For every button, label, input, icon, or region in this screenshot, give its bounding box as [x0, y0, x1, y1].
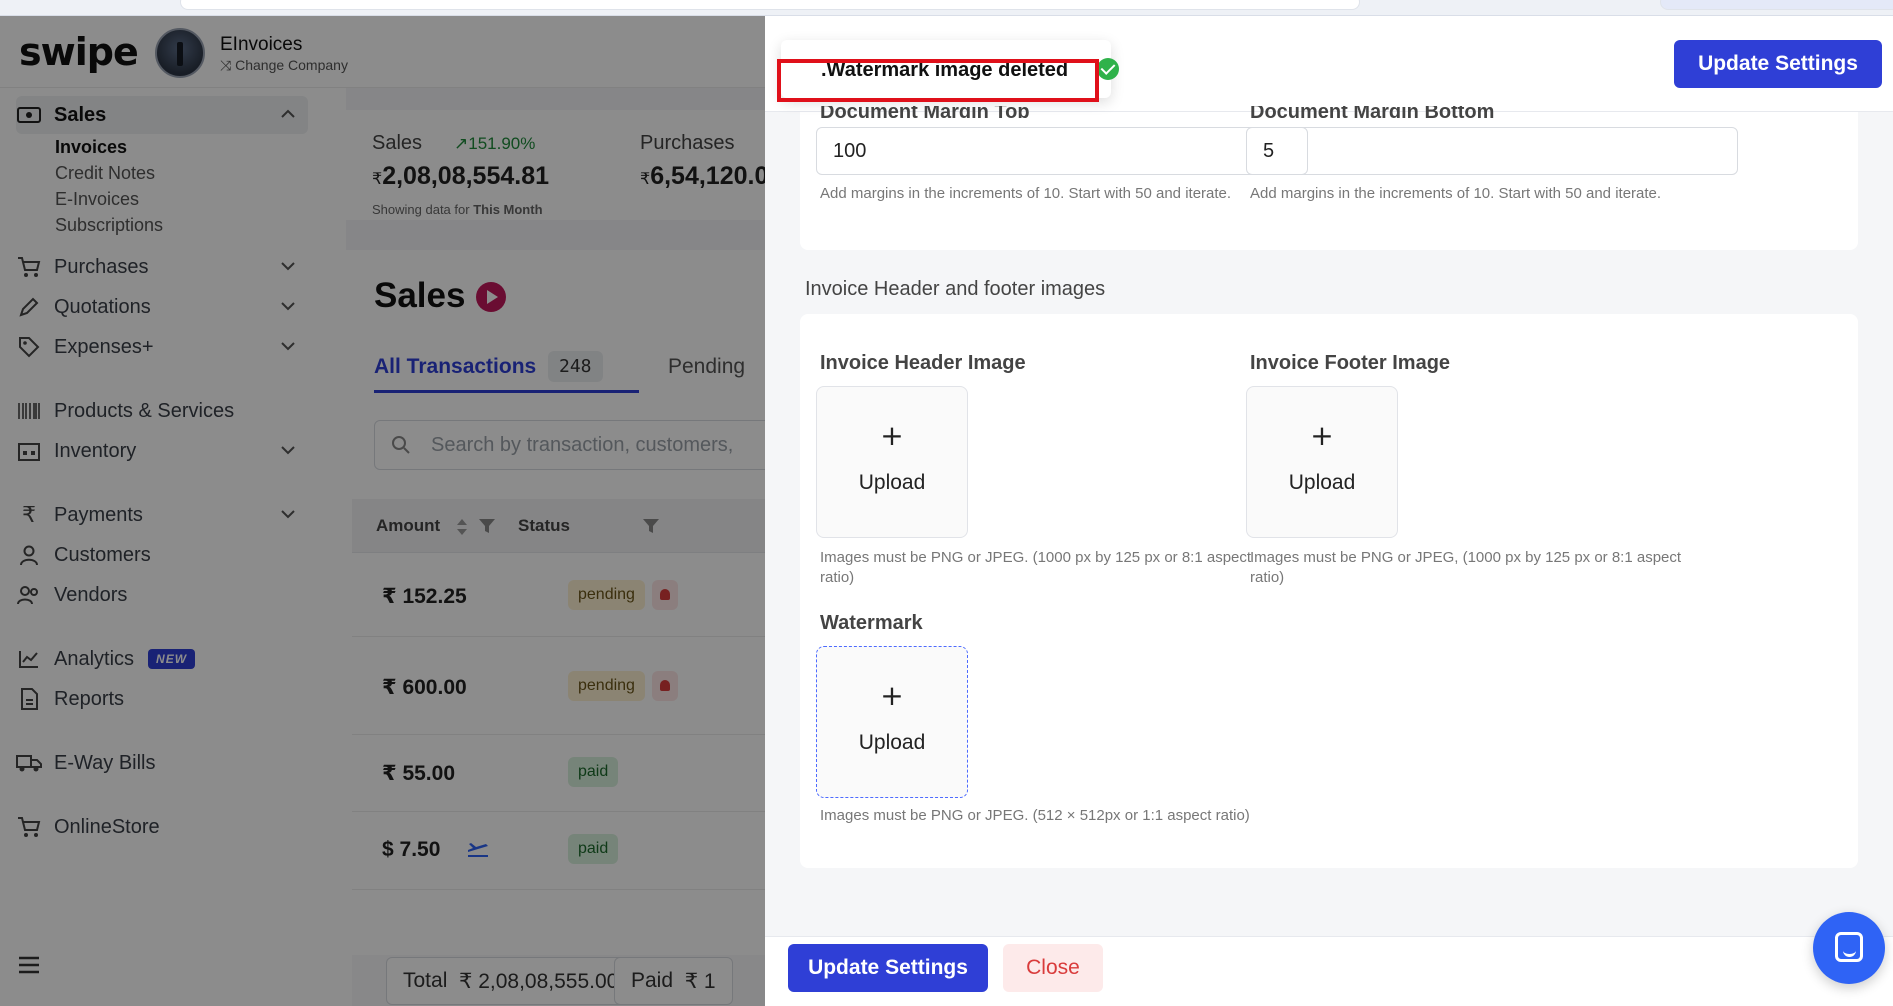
margin-settings-card: Document Margin Top Document Margin Bott…: [800, 106, 1858, 250]
margin-bottom-hint: Add margins in the increments of 10. Sta…: [1250, 185, 1662, 202]
header-image-hint: Images must be PNG or JPEG. (1000 px by …: [820, 549, 1252, 586]
browser-tab[interactable]: [1660, 0, 1893, 10]
watermark-hint: Images must be PNG or JPEG. (512 × 512px…: [820, 807, 1250, 824]
images-section-title: Invoice Header and footer images: [805, 278, 1106, 300]
drawer-footer: Update Settings Close: [765, 936, 1893, 1006]
chat-support-button[interactable]: [1813, 912, 1885, 984]
upload-label: Upload: [1288, 471, 1356, 494]
watermark-upload[interactable]: + Upload: [816, 646, 968, 798]
check-circle-icon: [1097, 58, 1119, 80]
browser-tab-strip: [0, 0, 1893, 16]
settings-drawer: Update Settings Document Margin Top Docu…: [765, 16, 1893, 1006]
browser-address-bar[interactable]: [180, 0, 1360, 10]
margin-bottom-input[interactable]: 5: [1246, 127, 1738, 175]
margin-bottom-label: Document Margin Bottom: [1250, 106, 1495, 118]
modal-backdrop[interactable]: [0, 16, 765, 1006]
chat-icon: [1835, 932, 1863, 962]
images-settings-card: Invoice Header Image + Upload Images mus…: [800, 314, 1858, 868]
footer-update-settings-button[interactable]: Update Settings: [788, 944, 988, 992]
margin-top-hint: Add margins in the increments of 10. Sta…: [820, 185, 1232, 202]
plus-icon: +: [880, 679, 904, 712]
margin-top-input[interactable]: 100: [816, 127, 1308, 175]
footer-image-label: Invoice Footer Image: [1250, 352, 1451, 374]
header-image-upload[interactable]: + Upload: [816, 386, 968, 538]
upload-label: Upload: [858, 731, 926, 754]
upload-label: Upload: [858, 471, 926, 494]
annotation-highlight-box: [777, 59, 1099, 102]
footer-image-hint: Images must be PNG or JPEG, (1000 px by …: [1250, 549, 1682, 586]
update-settings-button[interactable]: Update Settings: [1674, 40, 1882, 88]
header-image-label: Invoice Header Image: [820, 352, 1026, 374]
plus-icon: +: [880, 419, 904, 452]
plus-icon: +: [1310, 419, 1334, 452]
margin-top-label: Document Margin Top: [820, 106, 1030, 118]
watermark-label: Watermark: [820, 612, 923, 634]
footer-image-upload[interactable]: + Upload: [1246, 386, 1398, 538]
close-button[interactable]: Close: [1003, 944, 1103, 992]
